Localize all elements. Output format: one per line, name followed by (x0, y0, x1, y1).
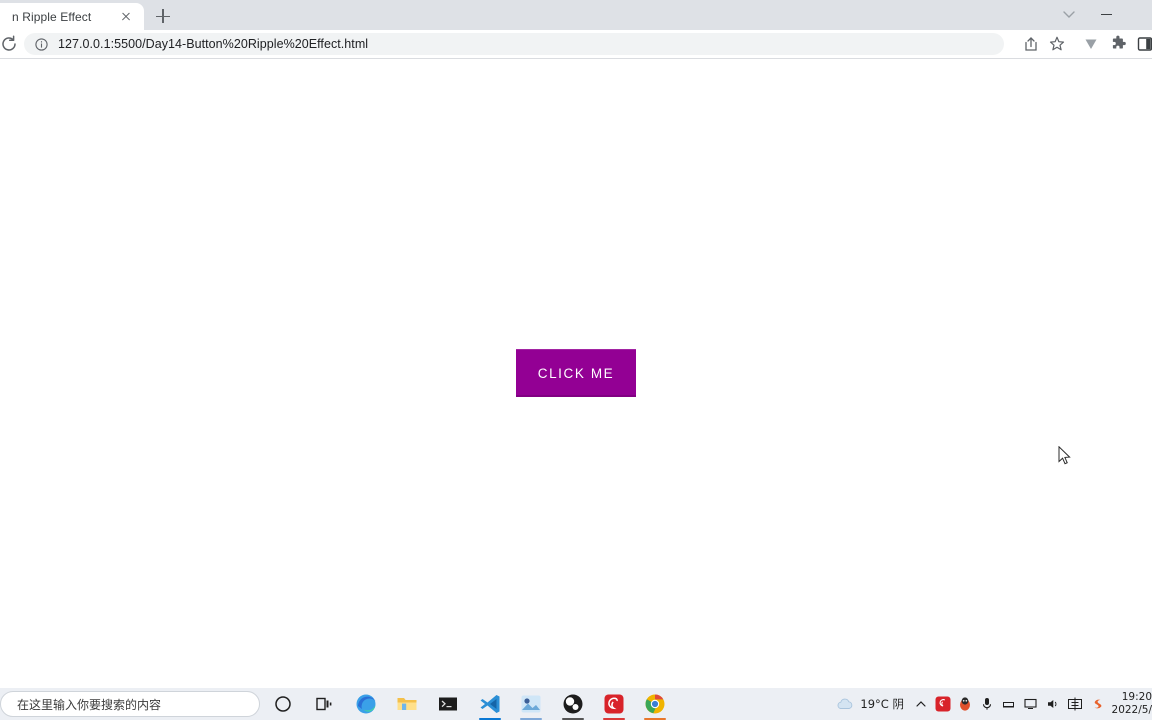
chevron-down-icon[interactable] (1058, 6, 1080, 24)
netease-music-tray-icon[interactable] (932, 688, 954, 720)
tab-title: n Ripple Effect (12, 9, 92, 24)
tab-strip: n Ripple Effect (0, 0, 1152, 30)
cloud-icon (838, 698, 853, 709)
edge-icon[interactable] (353, 691, 379, 717)
filter-down-icon[interactable] (1080, 33, 1102, 55)
url-text: 127.0.0.1:5500/Day14-Button%20Ripple%20E… (58, 37, 369, 51)
clock-time: 19:20 (1121, 691, 1152, 703)
weather-text: 19°C 阴 (860, 696, 904, 712)
share-icon[interactable] (1020, 33, 1042, 55)
cortana-circle-icon[interactable] (270, 692, 296, 716)
terminal-icon[interactable] (435, 691, 461, 717)
chevron-up-icon[interactable] (910, 688, 932, 720)
weather-widget[interactable]: 19°C 阴 (829, 688, 910, 720)
new-tab-button[interactable] (150, 4, 176, 28)
browser-tab[interactable]: n Ripple Effect (0, 3, 144, 30)
weather-condition: 阴 (892, 697, 905, 711)
clock-date: 2022/5/ (1111, 704, 1152, 716)
windows-taskbar: 在这里输入你要搜索的内容 19°C 阴 19:20 2022/5/ (0, 688, 1152, 720)
sogou-input-icon[interactable] (1086, 688, 1108, 720)
browser-toolbar: 127.0.0.1:5500/Day14-Button%20Ripple%20E… (0, 30, 1152, 59)
extensions-puzzle-icon[interactable] (1107, 33, 1129, 55)
side-panel-icon[interactable] (1134, 33, 1152, 55)
bookmark-star-icon[interactable] (1046, 33, 1068, 55)
display-icon[interactable] (1020, 688, 1042, 720)
info-circle-icon[interactable] (34, 37, 49, 52)
taskbar-search-placeholder: 在这里输入你要搜索的内容 (17, 697, 162, 712)
microphone-icon[interactable] (976, 688, 998, 720)
file-explorer-icon[interactable] (394, 691, 420, 717)
taskbar-clock[interactable]: 19:20 2022/5/ (1108, 691, 1152, 717)
photos-app-icon[interactable] (518, 691, 544, 720)
taskbar-search-box[interactable]: 在这里输入你要搜索的内容 (0, 691, 260, 717)
qq-penguin-icon[interactable] (954, 688, 976, 720)
weather-temp: 19°C (860, 697, 889, 711)
task-view-icon[interactable] (310, 692, 336, 716)
mouse-cursor (1058, 446, 1071, 465)
chrome-icon[interactable] (642, 691, 668, 720)
window-edge-clip (1146, 0, 1152, 30)
obs-studio-icon[interactable] (560, 691, 586, 720)
ime-chinese-icon[interactable] (1064, 688, 1086, 720)
close-icon[interactable] (118, 9, 134, 25)
page-content: Click Me (0, 59, 1152, 688)
vscode-icon[interactable] (477, 691, 503, 720)
network-icon[interactable] (998, 688, 1020, 720)
reload-icon[interactable] (0, 33, 20, 55)
netease-music-icon[interactable] (601, 691, 627, 720)
system-tray: 19°C 阴 19:20 2022/5/ (829, 688, 1152, 720)
minimize-button[interactable] (1086, 0, 1130, 30)
browser-window: n Ripple Effect 127.0.0.1:5500/Day14-But… (0, 0, 1152, 688)
click-me-button[interactable]: Click Me (516, 349, 636, 397)
volume-icon[interactable] (1042, 688, 1064, 720)
address-bar[interactable]: 127.0.0.1:5500/Day14-Button%20Ripple%20E… (24, 33, 1004, 55)
